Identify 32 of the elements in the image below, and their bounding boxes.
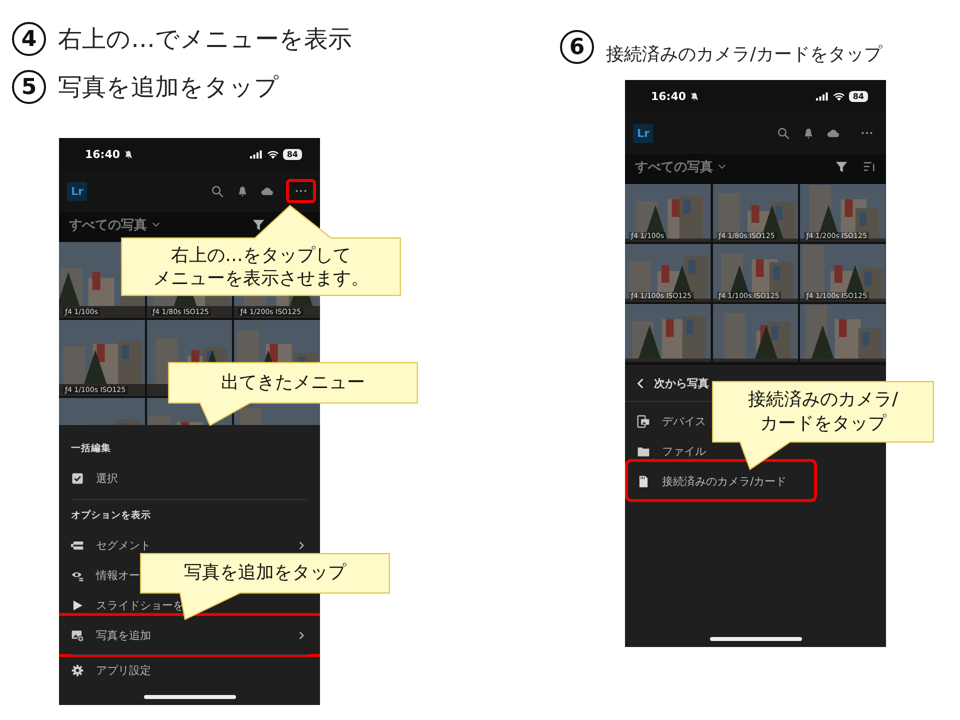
callout-text: 接続済みのカメラ/ xyxy=(748,388,898,412)
menu-item[interactable]: スライドショーを xyxy=(96,598,184,612)
status-time: 16:40 xyxy=(85,148,120,160)
callout-text: 出てきたメニュー xyxy=(221,370,365,394)
step-title: 右上の…でメニューを表示 xyxy=(58,24,352,55)
step-number: 6 xyxy=(560,30,594,64)
menu-item[interactable]: デバイス xyxy=(662,414,706,428)
album-title[interactable]: すべての写真 xyxy=(635,158,713,176)
callout-text: 右上の…をタップして xyxy=(171,244,351,267)
menu-item[interactable]: 選択 xyxy=(96,470,118,486)
step-title: 写真を追加をタップ xyxy=(58,72,279,103)
sheet-title: 次から写真 xyxy=(654,376,709,390)
section-heading: 一括編集 xyxy=(71,442,112,456)
battery-level: 84 xyxy=(282,148,302,160)
menu-item[interactable]: 情報オー xyxy=(96,568,140,582)
step-number: 4 xyxy=(12,22,46,56)
step-number: 5 xyxy=(12,70,46,104)
callout-text: カードをタップ xyxy=(760,412,886,435)
menu-item[interactable]: アプリ設定 xyxy=(96,662,151,678)
app-logo[interactable]: Lr xyxy=(67,182,88,200)
album-title[interactable]: すべての写真 xyxy=(69,216,147,234)
battery-level: 84 xyxy=(848,90,868,102)
menu-item[interactable]: 接続済みのカメラ/カード xyxy=(662,474,787,488)
menu-item[interactable]: セグメント xyxy=(96,538,151,552)
status-time: 16:40 xyxy=(651,90,686,102)
section-heading: オプションを表示 xyxy=(71,508,152,523)
step-title: 接続済みのカメラ/カードをタップ xyxy=(606,43,882,66)
callout-text: 写真を追加をタップ xyxy=(184,561,346,585)
menu-item[interactable]: ファイル xyxy=(662,444,706,458)
app-logo[interactable]: Lr xyxy=(633,124,654,142)
menu-item[interactable]: 写真を追加 xyxy=(96,628,151,642)
callout-text: メニューを表示させます。 xyxy=(153,267,369,290)
